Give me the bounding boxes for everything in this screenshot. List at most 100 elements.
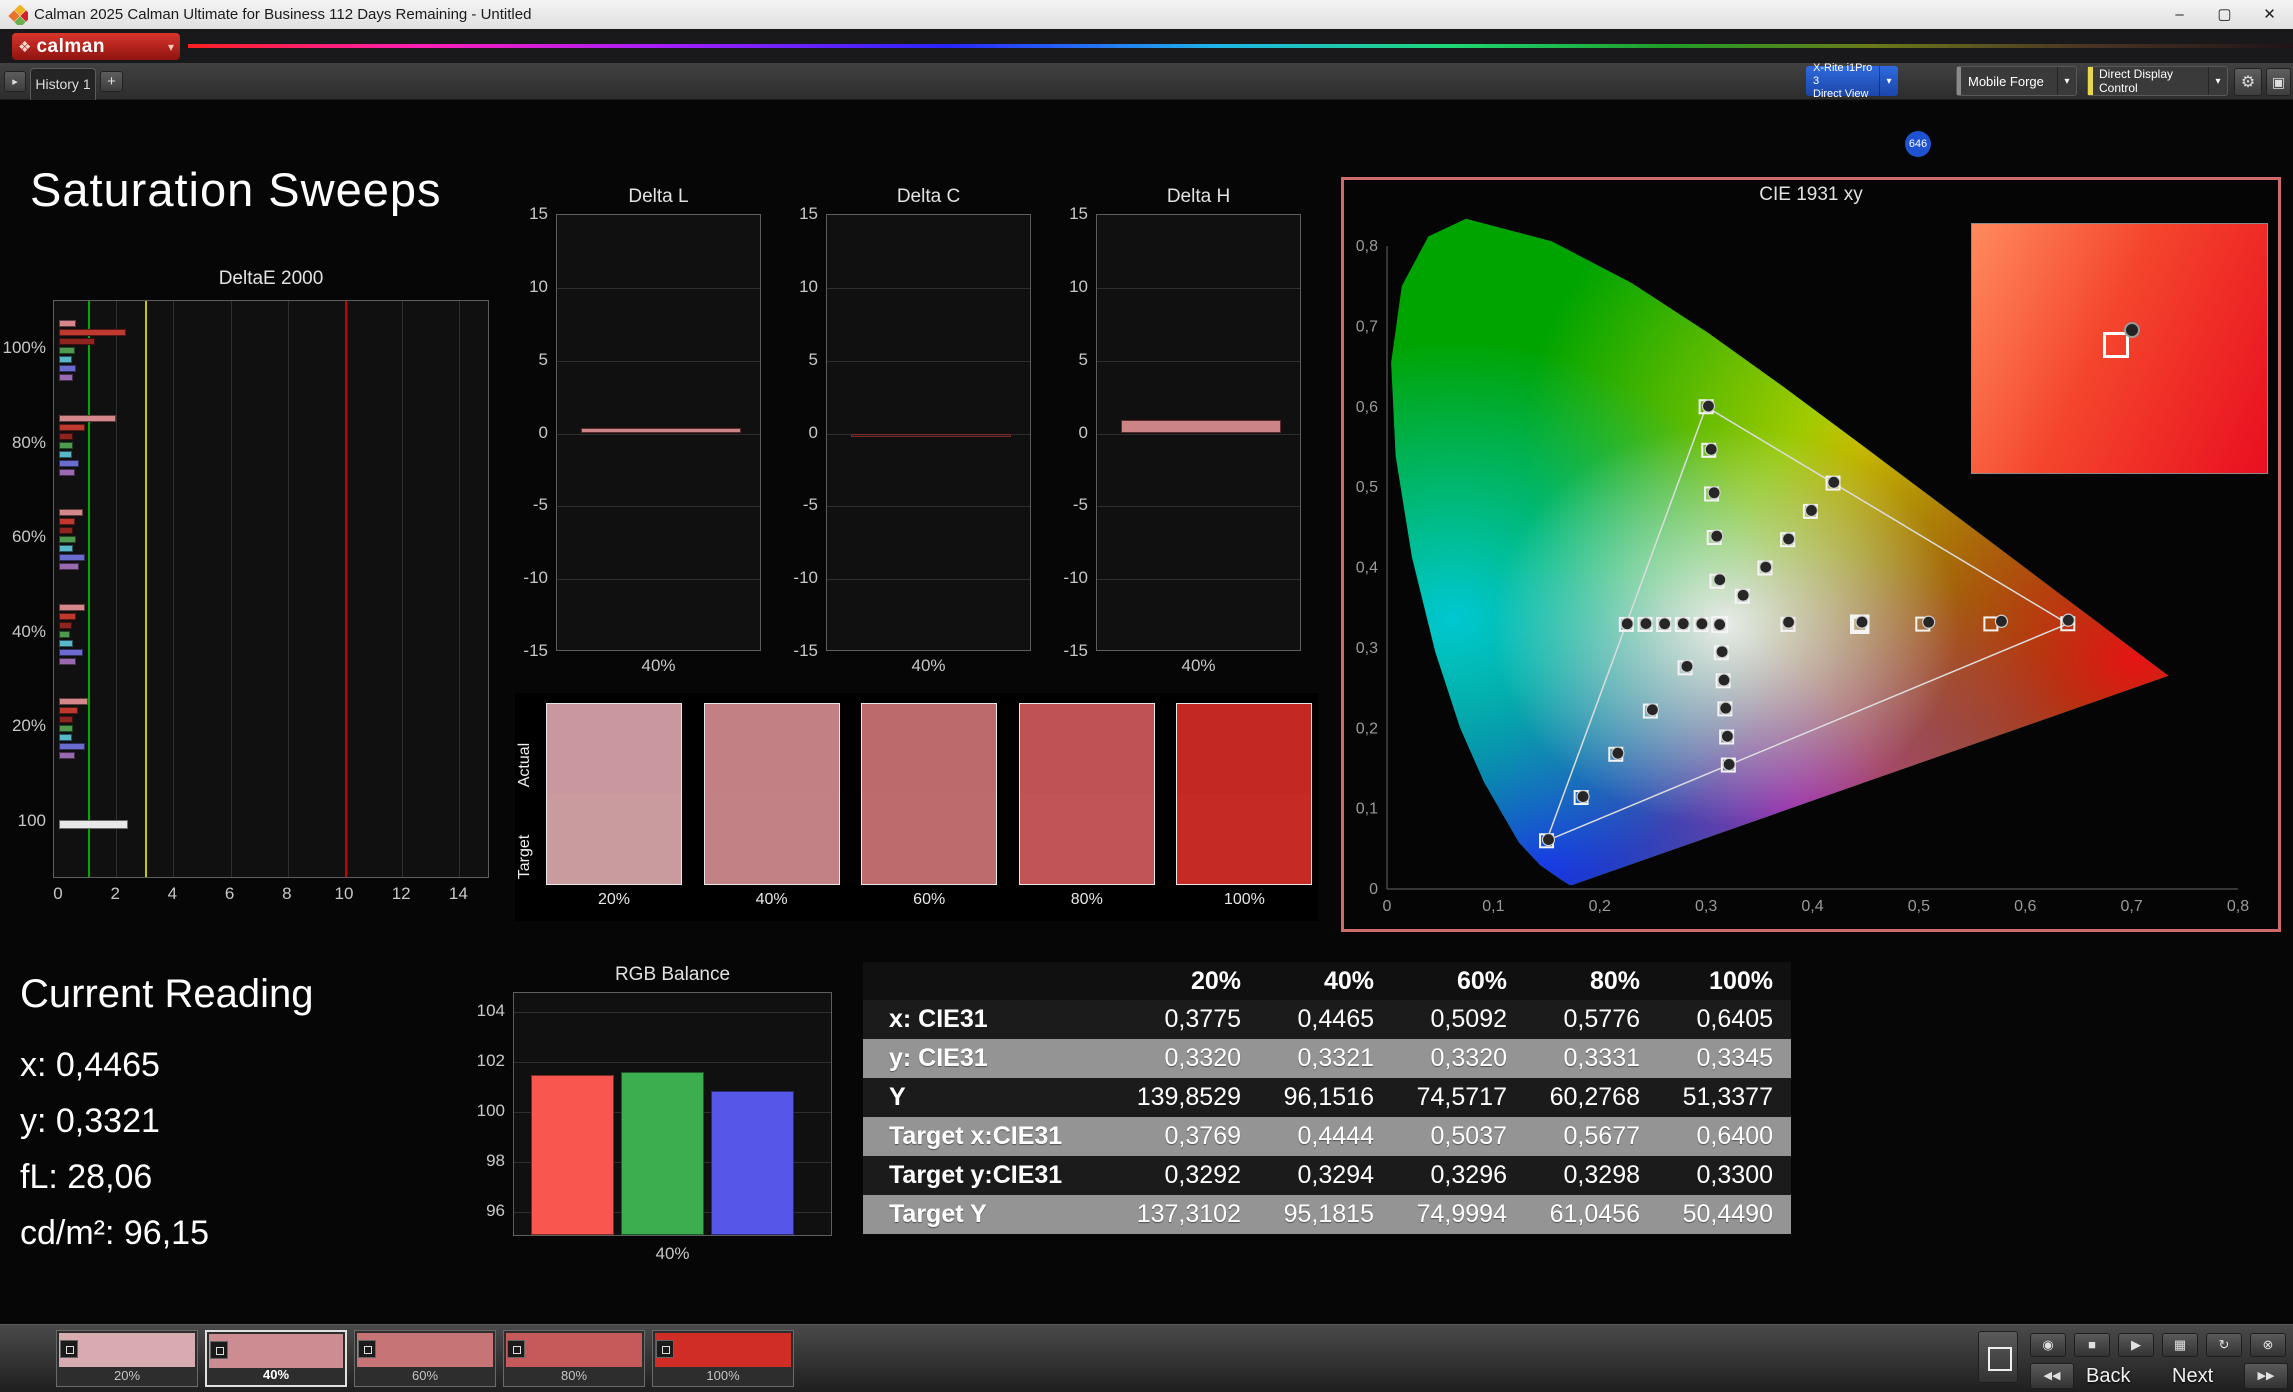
deltae-bar [59, 707, 78, 714]
patch-button-label: 20% [57, 1368, 197, 1383]
table-cell: 0,3300 [1658, 1156, 1791, 1195]
patch-level-label: 100% [1176, 891, 1312, 909]
deltae-bar [59, 424, 85, 431]
minimize-button[interactable]: – [2157, 0, 2202, 29]
delta-y-label: 5 [508, 350, 548, 370]
next-button[interactable]: Next [2172, 1365, 2213, 1388]
delta-chart-delta-l: Delta L151050-5-10-1540% [508, 186, 761, 683]
brand-bar: ❖ calman ▾ [0, 29, 2293, 63]
power-button[interactable]: ⊗ [2250, 1333, 2286, 1357]
patch-actual [547, 704, 681, 794]
table-cell: 51,3377 [1658, 1078, 1791, 1117]
gear-icon[interactable]: ⚙ [2234, 68, 2262, 96]
cie-measured-dot [1612, 747, 1624, 759]
cie-measured-dot [1702, 400, 1714, 412]
collapse-arrow-button[interactable]: ▸ [4, 71, 26, 92]
table-cell: 0,3292 [1126, 1156, 1259, 1195]
table-row-label: Target x:CIE31 [863, 1117, 1126, 1156]
patch-button-label: 80% [504, 1368, 644, 1383]
delta-gridline [557, 361, 760, 362]
delta-y-label: 10 [1048, 277, 1088, 297]
patch-button-80%[interactable]: 80% [503, 1330, 645, 1387]
display-control-dropdown[interactable]: Direct Display Control ▾ [2087, 66, 2228, 96]
record-button[interactable]: ◉ [2030, 1333, 2066, 1357]
pattern-window-button[interactable] [1978, 1331, 2018, 1383]
deltae-bar [59, 536, 76, 543]
back-button[interactable]: Back [2086, 1365, 2130, 1388]
maximize-button[interactable]: ▢ [2202, 0, 2247, 29]
patch-button-40%[interactable]: 40% [205, 1330, 347, 1387]
table-cell: 0,3320 [1126, 1039, 1259, 1078]
patch-color-swatch [655, 1333, 791, 1367]
delta-y-label: -10 [1048, 568, 1088, 588]
cie-measured-dot [1720, 702, 1732, 714]
fast-forward-button[interactable]: ▶▶ [2244, 1363, 2288, 1389]
svg-text:0,1: 0,1 [1482, 898, 1504, 915]
table-cell: 0,3298 [1525, 1156, 1658, 1195]
measurement-table: 20%40%60%80%100%x: CIE310,37750,44650,50… [863, 962, 1791, 1234]
rgb-bar-green [621, 1072, 704, 1235]
cie-measured-dot [1640, 618, 1652, 630]
patch-button-20%[interactable]: 20% [56, 1330, 198, 1387]
deltae-x-label: 8 [272, 884, 302, 904]
rgb-y-label: 98 [465, 1151, 505, 1171]
deltae-y-label: 60% [0, 527, 46, 547]
layout-icon[interactable]: ▣ [2266, 68, 2291, 96]
meter-dropdown[interactable]: X-Rite i1Pro 3 Direct View ▾ [1806, 66, 1898, 96]
deltae-bar [59, 725, 73, 732]
table-cell: 0,3321 [1259, 1039, 1392, 1078]
rewind-button[interactable]: ◀◀ [2030, 1363, 2074, 1389]
table-header: 80% [1525, 962, 1658, 1000]
delta-y-label: 5 [778, 350, 818, 370]
patch-button-100%[interactable]: 100% [652, 1330, 794, 1387]
table-cell: 74,5717 [1392, 1078, 1525, 1117]
svg-text:0,5: 0,5 [1356, 479, 1378, 496]
table-row: Target Y137,310295,181574,999461,045650,… [863, 1195, 1791, 1234]
patch-actual [1177, 704, 1311, 794]
tab-history-1[interactable]: History 1 [30, 68, 96, 100]
stop-button[interactable]: ■ [2074, 1333, 2110, 1357]
refresh-button[interactable]: ↻ [2206, 1333, 2242, 1357]
cie-measured-dot [1705, 443, 1717, 455]
pattern-window-icon [1988, 1347, 2012, 1371]
delta-y-label: 15 [1048, 204, 1088, 224]
current-reading-fl: fL: 28,06 [20, 1158, 152, 1197]
table-cell: 0,4444 [1259, 1117, 1392, 1156]
table-row: Y139,852996,151674,571760,276851,3377 [863, 1078, 1791, 1117]
svg-text:0,7: 0,7 [2121, 898, 2143, 915]
delta-y-label: 15 [778, 204, 818, 224]
add-tab-button[interactable]: + [100, 71, 123, 92]
patch-level-label: 20% [546, 891, 682, 909]
deltae-y-label: 100% [0, 338, 46, 358]
calman-menu-button[interactable]: ❖ calman ▾ [12, 33, 180, 60]
meter-count-badge[interactable]: 646 [1905, 131, 1931, 157]
table-header: 100% [1658, 962, 1791, 1000]
rgb-bar-red [531, 1075, 614, 1236]
delta-chart-delta-c: Delta C151050-5-10-1540% [778, 186, 1031, 683]
current-reading-title: Current Reading [20, 972, 314, 1017]
patch-button-60%[interactable]: 60% [354, 1330, 496, 1387]
table-row-label: Y [863, 1078, 1126, 1117]
actual-row-label: Actual [516, 730, 534, 800]
deltae-y-label: 100 [0, 811, 46, 831]
deltae-bar [59, 640, 73, 647]
deltae-bar [59, 518, 75, 525]
current-reading-cdm2: cd/m²: 96,15 [20, 1214, 209, 1253]
close-button[interactable]: ✕ [2247, 0, 2292, 29]
delta-y-label: -5 [778, 495, 818, 515]
table-cell: 137,3102 [1126, 1195, 1259, 1234]
table-cell: 0,3345 [1658, 1039, 1791, 1078]
grid-button[interactable]: ▦ [2162, 1333, 2198, 1357]
delta-gridline [1097, 434, 1300, 435]
patch-button-label: 60% [355, 1368, 495, 1383]
play-button[interactable]: ▶ [2118, 1333, 2154, 1357]
deltae-bar [59, 622, 72, 629]
deltae-gridline [288, 301, 289, 877]
delta-y-label: -10 [508, 568, 548, 588]
toolbar: ▸ History 1 + X-Rite i1Pro 3 Direct View… [0, 63, 2293, 100]
cie-measured-dot [1681, 660, 1693, 672]
cie-measured-dot [1716, 646, 1728, 658]
source-dropdown[interactable]: Mobile Forge ▾ [1956, 66, 2077, 96]
target-row-label: Target [516, 822, 534, 892]
delta-bar [851, 434, 1011, 437]
